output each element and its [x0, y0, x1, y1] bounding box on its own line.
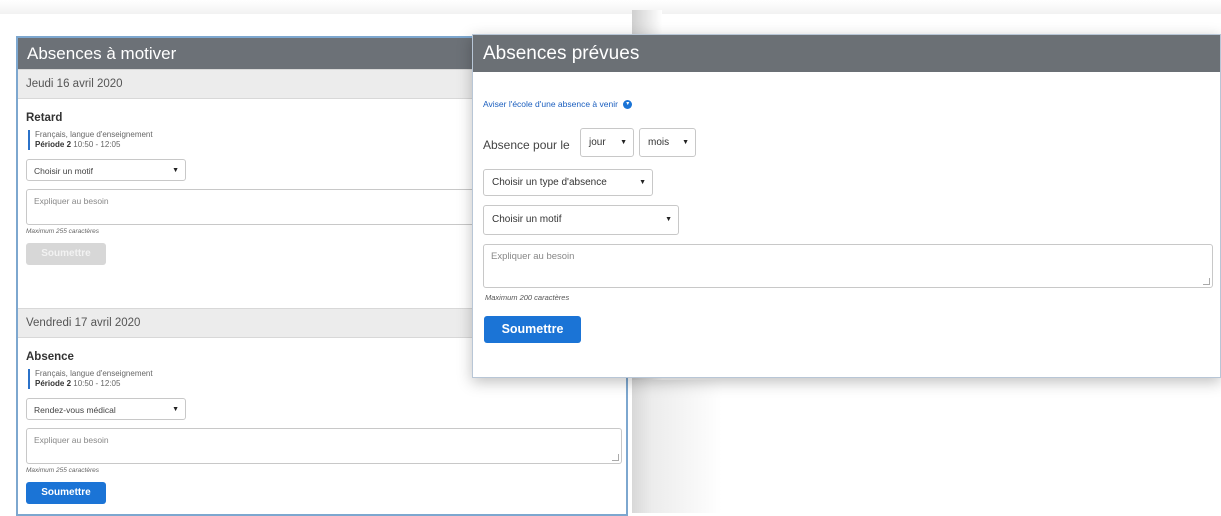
textarea-placeholder: Expliquer au besoin — [34, 196, 109, 206]
period-label: Période 2 — [35, 140, 72, 149]
period-time: 10:50 - 12:05 — [73, 379, 121, 388]
max-characters-note: Maximum 200 caractères — [485, 293, 570, 302]
period-time: 10:50 - 12:05 — [73, 140, 121, 149]
notify-school-link-text: Aviser l'école d'une absence à venir — [483, 99, 618, 109]
background-band — [0, 0, 1221, 14]
absence-type-select-value: Choisir un type d'absence — [492, 177, 607, 188]
motif-select[interactable]: Rendez-vous médical ▼ — [26, 398, 186, 420]
day-select[interactable]: jour ▼ — [580, 128, 634, 157]
submit-button-disabled[interactable]: Soumettre — [26, 243, 106, 265]
background-shadow-bottom — [632, 380, 1221, 513]
circle-arrow-icon: ▾ — [623, 100, 633, 110]
submit-button[interactable]: Soumettre — [484, 316, 581, 343]
period-label: Période 2 — [35, 379, 72, 388]
absence-type-select[interactable]: Choisir un type d'absence ▼ — [483, 169, 653, 196]
caret-down-icon: ▼ — [665, 216, 672, 223]
month-select[interactable]: mois ▼ — [639, 128, 696, 157]
submit-button[interactable]: Soumettre — [26, 482, 106, 504]
textarea-placeholder: Expliquer au besoin — [34, 435, 109, 445]
absence-date-row: Absence pour le — [483, 131, 570, 159]
max-characters-note: Maximum 255 caractères — [26, 467, 99, 474]
motif-select-value: Choisir un motif — [34, 166, 94, 176]
motif-select[interactable]: Choisir un motif ▼ — [483, 205, 679, 235]
caret-down-icon: ▼ — [620, 139, 627, 146]
explanation-textarea[interactable]: Expliquer au besoin — [483, 244, 1213, 288]
explanation-textarea[interactable]: Expliquer au besoin — [26, 428, 622, 464]
caret-down-icon: ▼ — [172, 406, 179, 413]
notify-school-link[interactable]: Aviser l'école d'une absence à venir ▾ — [483, 99, 633, 110]
caret-down-icon: ▼ — [682, 139, 689, 146]
resize-handle[interactable] — [1203, 278, 1210, 285]
motif-select-value: Choisir un motif — [492, 214, 562, 225]
panel-title: Absences prévues — [473, 35, 1220, 72]
caret-down-icon: ▼ — [639, 179, 646, 186]
textarea-placeholder: Expliquer au besoin — [491, 251, 575, 262]
planned-absences-panel: Absences prévues Aviser l'école d'une ab… — [472, 34, 1221, 378]
course-period: Période 2 10:50 - 12:05 — [35, 379, 618, 389]
month-select-value: mois — [648, 137, 670, 148]
motif-select[interactable]: Choisir un motif ▼ — [26, 159, 186, 181]
caret-down-icon: ▼ — [172, 167, 179, 174]
motif-select-value: Rendez-vous médical — [34, 405, 116, 415]
day-select-value: jour — [589, 137, 606, 148]
resize-handle[interactable] — [612, 454, 619, 461]
absence-for-label: Absence pour le — [483, 138, 570, 152]
